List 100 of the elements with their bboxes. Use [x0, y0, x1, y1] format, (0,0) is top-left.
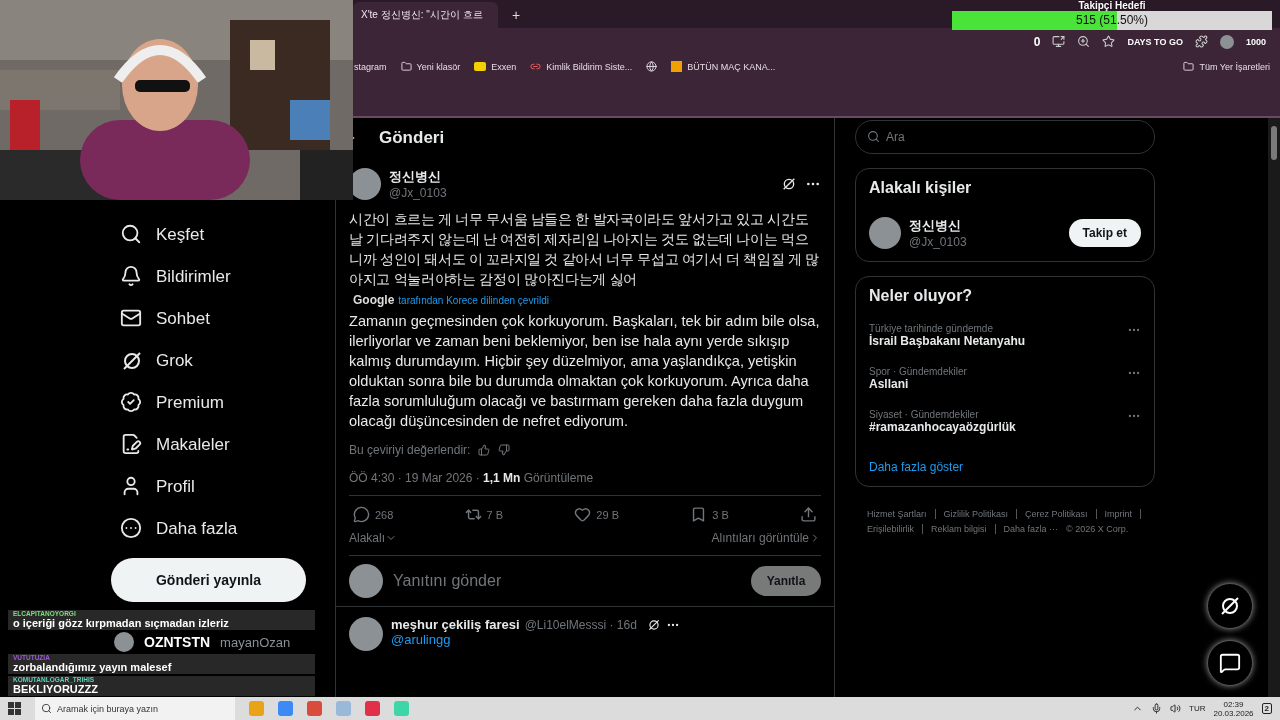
scrollbar[interactable] — [1268, 118, 1280, 697]
footer-link[interactable]: Daha fazla ··· — [1003, 524, 1059, 534]
quotes-link[interactable]: Alıntıları görüntüle — [711, 531, 821, 545]
grok-button[interactable] — [1207, 583, 1253, 629]
reply-handle: @Li10elMesssi · 16d — [524, 617, 637, 632]
chat-bubble-icon — [1219, 652, 1241, 674]
document-pen-icon — [120, 433, 142, 455]
counter-text: 0 — [1033, 34, 1041, 49]
nav-item[interactable]: Daha fazla — [120, 508, 335, 550]
copyright-text: © 2026 X Corp. — [1066, 524, 1129, 534]
envelope-icon — [120, 307, 142, 329]
bookmark-item[interactable]: BÜTÜN MAÇ KANA... — [671, 61, 776, 72]
globe-icon — [646, 61, 658, 72]
reply-button[interactable]: Yanıtla — [751, 566, 821, 596]
trend-topic[interactable]: #ramazanhocayaözgürlük — [869, 420, 1016, 434]
messages-button[interactable] — [1207, 640, 1253, 686]
badge-check-icon — [120, 391, 142, 413]
nav-item[interactable]: Sohbet — [120, 298, 335, 340]
footer-link[interactable]: Reklam bilgisi — [931, 524, 987, 534]
post-button[interactable]: Gönderi yayınla — [111, 558, 306, 602]
card-title: Alakalı kişiler — [869, 179, 973, 197]
share-icon[interactable] — [799, 506, 817, 523]
zoom-icon[interactable] — [1077, 35, 1091, 48]
speaker-icon[interactable] — [1170, 703, 1182, 714]
nav-item[interactable]: Bildirimler — [120, 256, 335, 298]
thumbs-down-icon[interactable] — [498, 444, 511, 456]
clock-date: 20.03.2026 — [1213, 708, 1254, 718]
stat-button[interactable]: 3 B — [690, 506, 729, 523]
grok-icon — [646, 617, 661, 632]
heart-icon — [574, 506, 592, 523]
trend-context: Türkiye tarihinde gündemde — [869, 323, 993, 334]
overlay-text: DAYS TO GO — [1127, 36, 1183, 47]
trend-topic[interactable]: Asllani — [869, 377, 909, 391]
search-icon — [867, 130, 880, 143]
bookmark-item[interactable]: Kimlik Bildirim Siste... — [530, 61, 633, 72]
translation-link[interactable]: tarafından Korece dilinden çevrildi — [398, 295, 549, 306]
folder-icon — [1183, 61, 1195, 72]
person-avatar[interactable] — [869, 217, 901, 249]
footer-link[interactable]: Gizlilik Politikası — [943, 509, 1009, 519]
author-name[interactable]: 정신병신 — [389, 168, 441, 186]
language-indicator[interactable]: TUR — [1189, 704, 1206, 713]
chat-text: BEKLIYORUZZZ — [13, 683, 98, 695]
footer-link[interactable]: Erişilebilirlik — [867, 524, 914, 534]
trend-context: Spor · Gündemdekiler — [869, 366, 967, 377]
profile-avatar[interactable] — [1219, 34, 1234, 49]
taskbar-search-field[interactable]: Aramak için buraya yazın — [35, 697, 235, 720]
trend-context: Siyaset · Gündemdekiler — [869, 409, 979, 420]
reply-field[interactable]: Yanıtını gönder — [391, 571, 743, 591]
follow-button[interactable]: Takip et — [1068, 219, 1141, 247]
stat-button[interactable]: 29 B — [574, 506, 619, 523]
stat-button[interactable]: 268 — [353, 506, 394, 523]
bookmark-item[interactable] — [646, 61, 658, 72]
bookmark-item[interactable]: Yeni klasör — [400, 61, 461, 72]
show-more-link[interactable]: Daha fazla göster — [869, 460, 1141, 474]
clock-time: 02:39 — [1223, 699, 1244, 709]
rate-translation-label: Bu çeviriyi değerlendir: — [349, 443, 471, 457]
goal-title: Takipçi Hedefi — [1078, 0, 1146, 11]
star-icon[interactable] — [1102, 35, 1116, 48]
account-avatar[interactable] — [114, 632, 134, 652]
bookmark-item[interactable]: Exxen — [474, 61, 517, 72]
post-text: 시간이 흐르는 게 너무 무서움 남들은 한 발자국이라도 앞서가고 있고 시간도 날 기다려주지 않는데 난 여전히 제자리임 나아지는 것도 없는데 나이는 먹으니까 성인이 돼서도 이 꼬라지일 것 같아서 너무 무섭고 여기서 더 책임질 게 많아지고 억눌러야하는 감정이 많아진다는게 싫어 — [349, 211, 820, 289]
account-name: OZNTSTN — [144, 634, 211, 650]
trend-topic[interactable]: İsrail Başbakanı Netanyahu — [869, 334, 1026, 348]
nav-item[interactable]: Premium — [120, 382, 335, 424]
nav-item[interactable]: Profil — [120, 466, 335, 508]
reply-author[interactable]: meşhur çekiliş faresi — [391, 617, 520, 632]
footer-link[interactable]: Çerez Politikası — [1025, 509, 1088, 519]
microphone-icon[interactable] — [1151, 703, 1163, 714]
search-icon — [41, 703, 52, 714]
notification-badge[interactable]: 2 — [1261, 703, 1272, 714]
person-handle: @Jx_0103 — [909, 235, 967, 249]
browser-tab[interactable]: X'te 정신병신: "시간이 흐르 — [353, 2, 498, 28]
bell-icon — [120, 265, 142, 287]
person-name[interactable]: 정신병신 — [909, 217, 961, 235]
user-avatar — [349, 564, 383, 598]
author-handle[interactable]: @Jx_0103 — [389, 186, 447, 200]
badge-count: 1000 — [1245, 36, 1266, 47]
nav-item[interactable]: Makaleler — [120, 424, 335, 466]
thumbs-up-icon[interactable] — [478, 444, 491, 456]
exxen-icon — [474, 62, 487, 71]
search-field[interactable]: Ara — [855, 120, 1155, 154]
new-tab-button[interactable]: + — [506, 7, 527, 28]
nav-item[interactable]: Grok — [120, 340, 335, 382]
chat-text: o içeriği gözz kırpmadan sıçmadan izleriz — [13, 617, 229, 629]
reply-avatar[interactable] — [349, 617, 383, 651]
link-icon — [530, 61, 542, 72]
nav-item[interactable]: Keşfet — [120, 214, 335, 256]
footer-link[interactable]: Hizmet Şartları — [867, 509, 927, 519]
ellipsis-circle-icon — [120, 517, 142, 539]
stat-button[interactable]: 7 B — [464, 506, 504, 523]
bookmark-item[interactable]: stagram — [354, 61, 387, 72]
footer-link[interactable]: Imprint — [1104, 509, 1133, 519]
all-bookmarks-link[interactable]: Tüm Yer İşaretleri — [1183, 61, 1270, 72]
grok-icon — [781, 176, 797, 192]
screen-icon[interactable] — [1052, 35, 1066, 48]
windows-logo-icon[interactable] — [8, 702, 21, 715]
puzzle-icon[interactable] — [1194, 35, 1208, 48]
account-handle: mayanOzan — [220, 634, 291, 650]
mention-link[interactable]: @arulingg — [391, 632, 451, 647]
sort-dropdown[interactable]: Alakalı — [349, 531, 398, 545]
